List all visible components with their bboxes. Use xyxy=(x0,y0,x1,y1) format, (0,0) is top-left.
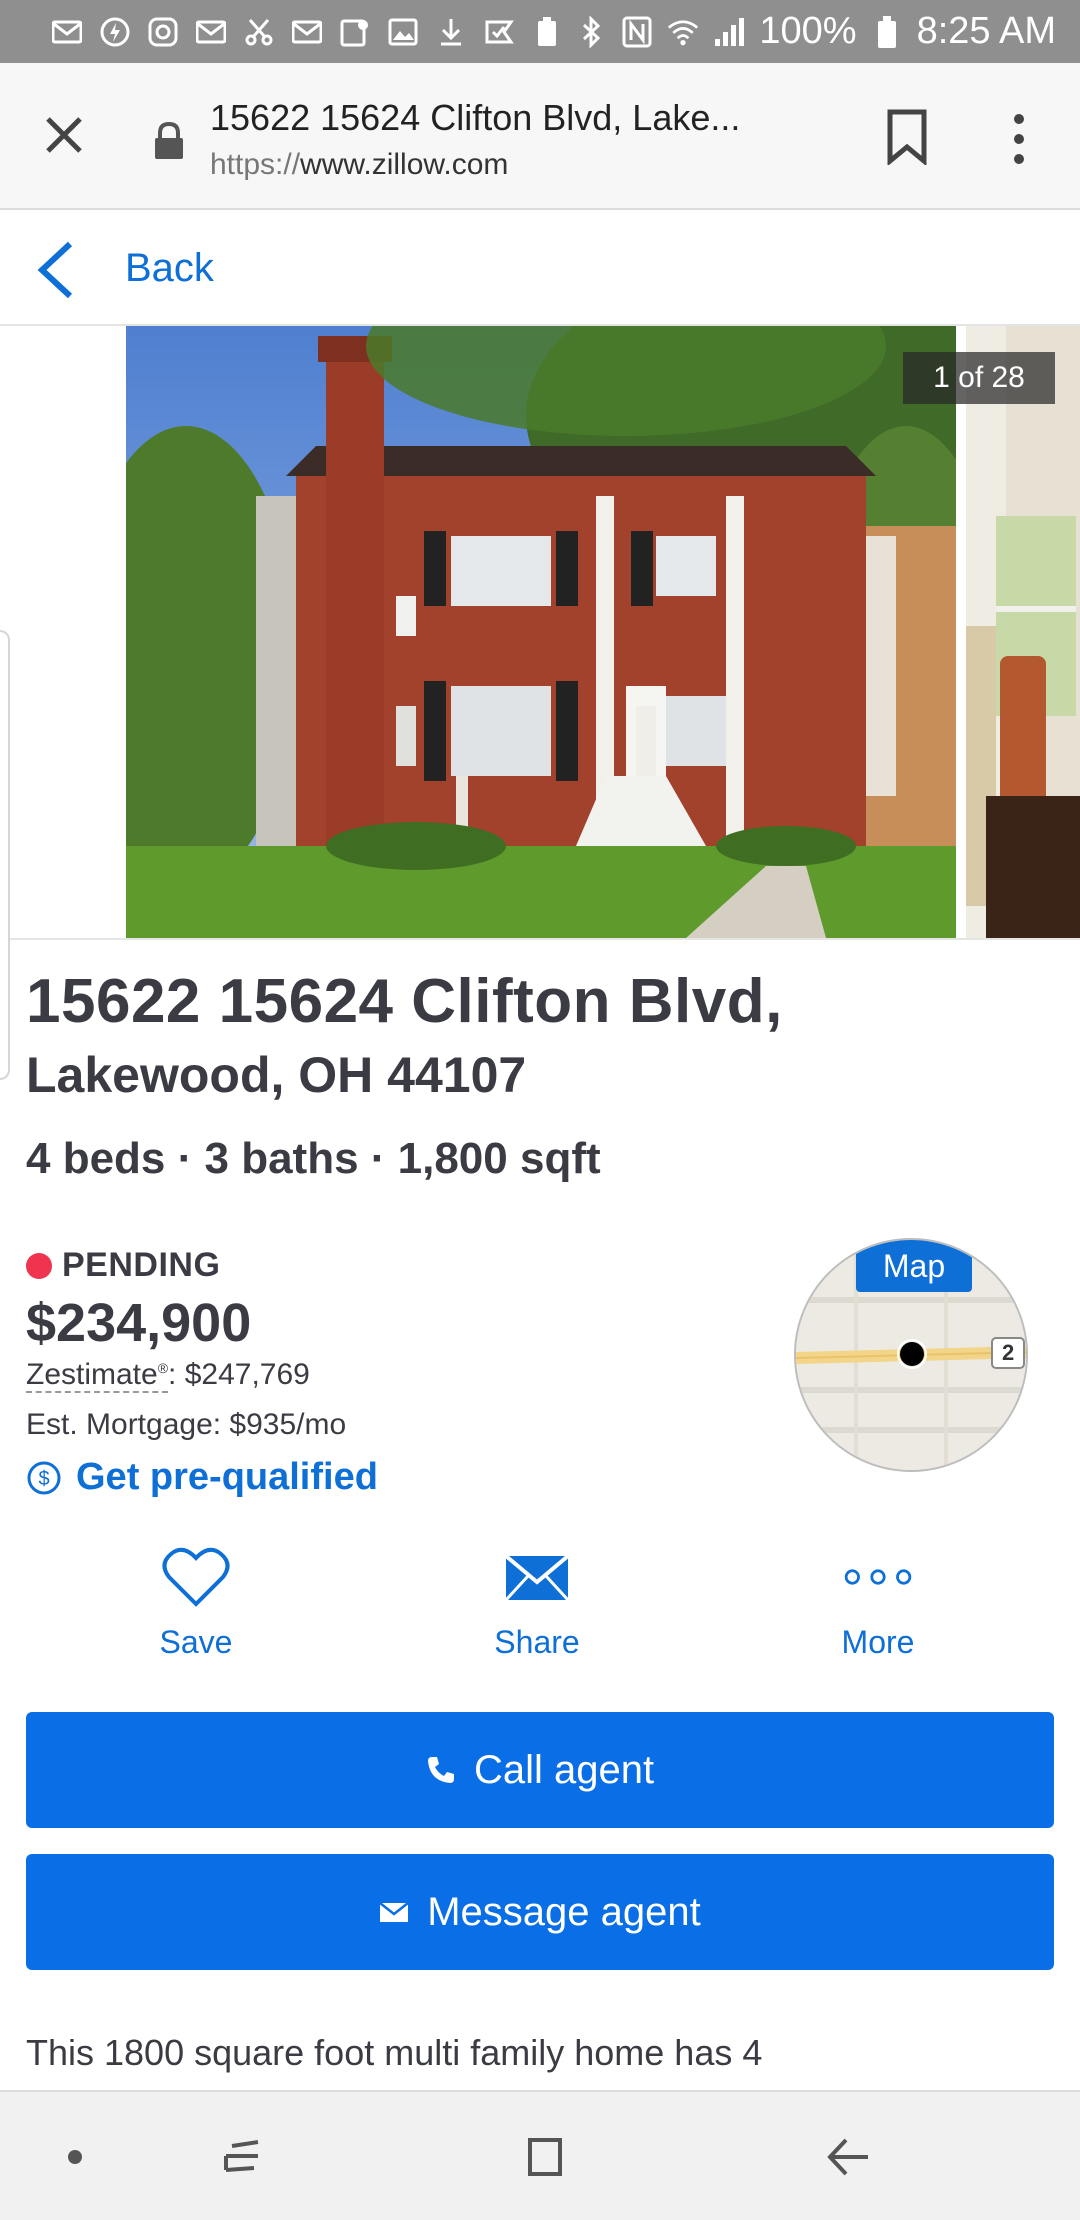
envelope-icon xyxy=(504,1554,570,1602)
clock: 8:25 AM xyxy=(916,10,1056,52)
zestimate-value: : $247,769 xyxy=(168,1358,310,1391)
price: $234,900 xyxy=(26,1293,252,1353)
gmail-icon xyxy=(50,15,84,49)
battery-icon xyxy=(871,15,903,49)
wifi-icon xyxy=(667,15,699,49)
bluetooth-icon xyxy=(575,15,607,49)
map-road-number: 2 xyxy=(1002,1340,1015,1365)
battery-saver-icon xyxy=(530,15,564,49)
listing-photo[interactable] xyxy=(126,326,956,938)
message-agent-label: Message agent xyxy=(427,1889,701,1934)
status-text: PENDING xyxy=(62,1246,221,1284)
url-address[interactable]: https://www.zillow.com xyxy=(210,148,508,182)
registered-mark: ® xyxy=(157,1360,169,1376)
instagram-icon xyxy=(146,15,180,49)
recent-apps-icon[interactable] xyxy=(218,2132,268,2182)
address-city: Lakewood, OH 44107 xyxy=(26,1047,527,1103)
call-agent-label: Call agent xyxy=(473,1747,655,1792)
side-drawer-handle[interactable] xyxy=(0,630,10,1080)
back-arrow-icon[interactable] xyxy=(824,2132,874,2182)
mail-icon xyxy=(194,15,228,49)
browser-toolbar: 15622 15624 Clifton Blvd, Lake... https:… xyxy=(0,63,1080,210)
url-host: www.zillow.com xyxy=(300,148,509,181)
zestimate[interactable]: Zestimate®: $247,769 xyxy=(26,1358,310,1393)
share-button[interactable]: Share xyxy=(437,1544,637,1674)
zestimate-label[interactable]: Zestimate® xyxy=(26,1358,169,1393)
svg-text:$: $ xyxy=(38,1468,49,1490)
photo-counter: 1 of 28 xyxy=(903,352,1055,404)
map-thumbnail[interactable]: 2 Map xyxy=(794,1238,1028,1472)
system-status: 100% 8:25 AM xyxy=(575,10,1056,53)
heart-icon xyxy=(162,1547,230,1607)
status-bar: 100% 8:25 AM xyxy=(0,0,1080,63)
page-title[interactable]: 15622 15624 Clifton Blvd, Lake... xyxy=(210,97,830,139)
phone-icon xyxy=(427,1757,454,1783)
share-label: Share xyxy=(494,1624,580,1660)
photo-carousel[interactable]: 1 of 28 xyxy=(0,326,1080,940)
get-prequalified-label: Get pre-qualified xyxy=(76,1456,378,1498)
lock-icon xyxy=(155,121,183,159)
nfc-icon xyxy=(621,15,653,49)
download-icon xyxy=(434,15,468,49)
home-facts: 4 beds · 3 baths · 1,800 sqft xyxy=(26,1134,601,1183)
address-street: 15622 15624 Clifton Blvd, xyxy=(26,967,783,1036)
dollar-circle-icon: $ xyxy=(27,1461,61,1494)
maps-icon xyxy=(338,15,372,49)
save-label: Save xyxy=(159,1624,233,1660)
listing-description: This 1800 square foot multi family home … xyxy=(26,2032,763,2073)
get-prequalified-link[interactable]: $ Get pre-qualified xyxy=(26,1456,378,1499)
listing-actions: Save Share More xyxy=(0,1544,1080,1674)
url-scheme: https:// xyxy=(210,148,301,181)
next-photo-preview[interactable] xyxy=(966,326,1080,938)
battery-percent: 100% xyxy=(759,10,857,52)
dot-indicator-icon xyxy=(68,2150,82,2164)
est-mortgage: Est. Mortgage: $935/mo xyxy=(26,1408,347,1441)
more-dots-icon xyxy=(844,1569,912,1585)
close-icon[interactable] xyxy=(38,109,90,161)
save-button[interactable]: Save xyxy=(96,1544,296,1674)
bookmark-icon[interactable] xyxy=(884,109,930,165)
call-agent-button[interactable]: Call agent xyxy=(26,1712,1054,1828)
back-bar: Back xyxy=(0,212,1080,326)
photo-icon xyxy=(386,15,420,49)
signal-icon xyxy=(713,15,745,49)
chevron-left-icon[interactable] xyxy=(34,240,78,300)
map-label[interactable]: Map xyxy=(856,1240,972,1292)
message-agent-button[interactable]: Message agent xyxy=(26,1854,1054,1970)
overflow-menu-icon[interactable] xyxy=(1004,111,1034,167)
listing-status: PENDING xyxy=(26,1246,220,1285)
home-icon[interactable] xyxy=(520,2132,570,2182)
system-nav-bar xyxy=(0,2090,1080,2220)
mail-icon-2 xyxy=(290,15,324,49)
status-dot-icon xyxy=(26,1252,52,1279)
messenger-icon xyxy=(98,15,132,49)
scissors-icon xyxy=(242,15,276,49)
task-icon xyxy=(482,15,516,49)
more-button[interactable]: More xyxy=(778,1544,978,1674)
zestimate-label-text: Zestimate xyxy=(26,1358,158,1391)
more-label: More xyxy=(841,1624,915,1660)
notification-icons xyxy=(50,15,564,49)
mail-icon xyxy=(379,1902,410,1922)
back-button[interactable]: Back xyxy=(125,246,214,291)
